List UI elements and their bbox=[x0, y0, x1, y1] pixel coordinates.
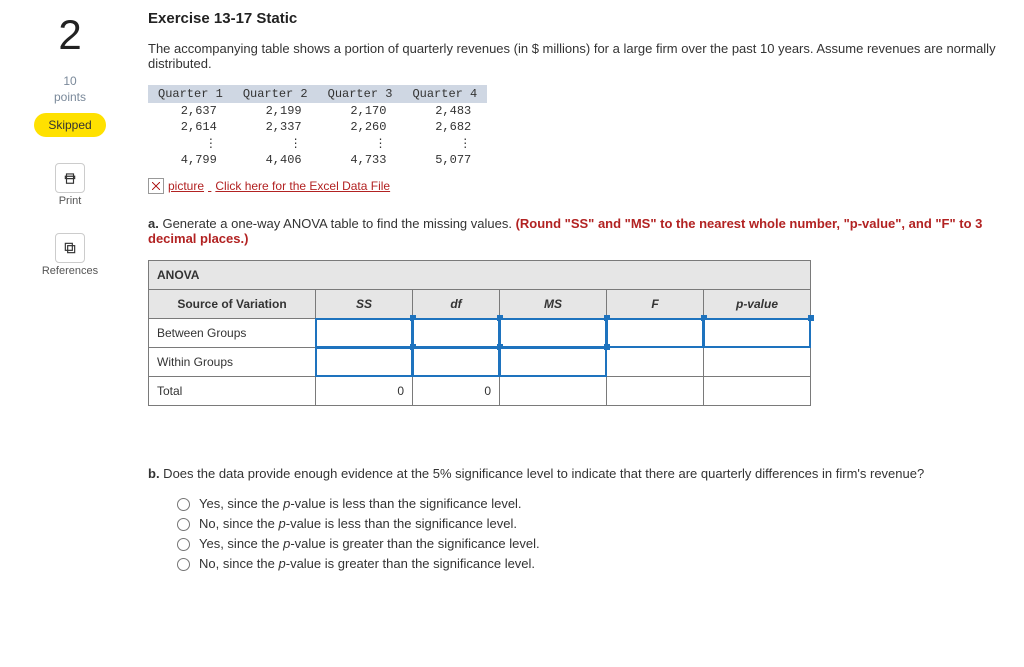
f-input[interactable] bbox=[607, 319, 704, 348]
part-b-text: b. Does the data provide enough evidence… bbox=[148, 466, 1014, 481]
data-table: Quarter 1 Quarter 2 Quarter 3 Quarter 4 … bbox=[148, 85, 487, 168]
printer-icon bbox=[55, 163, 85, 193]
broken-image-icon bbox=[148, 178, 164, 194]
side-panel: 2 10 points Skipped Print References bbox=[0, 10, 140, 575]
ss-within-input[interactable] bbox=[316, 348, 413, 377]
table-row: Between Groups bbox=[149, 319, 811, 348]
table-row: Within Groups bbox=[149, 348, 811, 377]
table-row: Total 0 0 bbox=[149, 377, 811, 406]
anova-table: ANOVA Source of Variation SS df MS F p-v… bbox=[148, 260, 811, 406]
df-between-input[interactable] bbox=[413, 319, 500, 348]
references-button[interactable]: References bbox=[0, 233, 140, 277]
option-1[interactable]: Yes, since the p-value is less than the … bbox=[172, 495, 1014, 511]
excel-file-link[interactable]: picture Click here for the Excel Data Fi… bbox=[148, 178, 390, 194]
ss-total: 0 bbox=[316, 377, 413, 406]
print-button[interactable]: Print bbox=[0, 163, 140, 207]
points: 10 points bbox=[0, 74, 140, 105]
option-2[interactable]: No, since the p-value is less than the s… bbox=[172, 515, 1014, 531]
intro-text: The accompanying table shows a portion o… bbox=[148, 41, 1014, 71]
part-a-text: a. Generate a one-way ANOVA table to fin… bbox=[148, 216, 1014, 246]
answer-options: Yes, since the p-value is less than the … bbox=[172, 495, 1014, 571]
option-3[interactable]: Yes, since the p-value is greater than t… bbox=[172, 535, 1014, 551]
ms-within-input[interactable] bbox=[500, 348, 607, 377]
ss-between-input[interactable] bbox=[316, 319, 413, 348]
question-number: 2 bbox=[0, 14, 140, 56]
main-content: Exercise 13-17 Static The accompanying t… bbox=[140, 10, 1014, 575]
skipped-badge: Skipped bbox=[34, 113, 105, 137]
exercise-title: Exercise 13-17 Static bbox=[148, 10, 1014, 27]
option-4[interactable]: No, since the p-value is greater than th… bbox=[172, 555, 1014, 571]
ms-between-input[interactable] bbox=[500, 319, 607, 348]
copy-icon bbox=[55, 233, 85, 263]
df-within-input[interactable] bbox=[413, 348, 500, 377]
df-total: 0 bbox=[413, 377, 500, 406]
pvalue-input[interactable] bbox=[704, 319, 811, 348]
